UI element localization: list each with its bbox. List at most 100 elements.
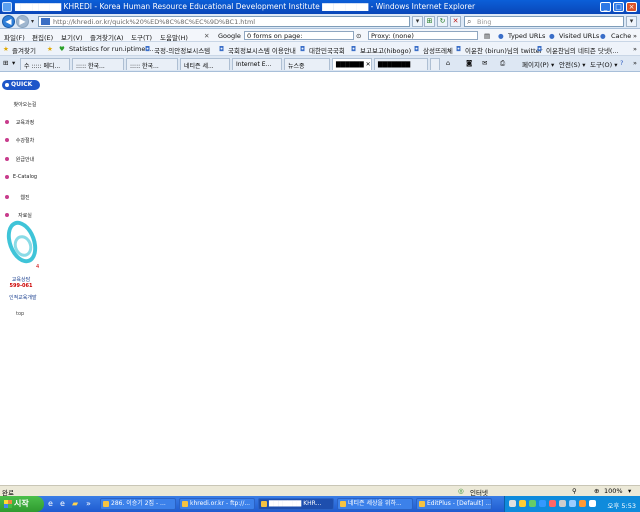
quick-tabs-icon[interactable]: ⊞	[3, 59, 8, 67]
ie-icon	[2, 2, 12, 12]
help-icon[interactable]: ?	[620, 59, 623, 67]
toolbar-close-icon[interactable]: ✕	[204, 32, 209, 40]
print-icon[interactable]: ⎙	[500, 59, 505, 68]
tray-icon-9[interactable]	[589, 500, 596, 507]
tray-icon-2[interactable]	[519, 500, 526, 507]
protected-mode-icon[interactable]: ⚲	[572, 487, 577, 495]
visited-urls-icon: ●	[549, 32, 555, 40]
taskbar-item-4[interactable]: 네티즌 세상을 위하...	[337, 498, 413, 510]
favorite-link-2[interactable]: 국정-의안정보시스템	[154, 45, 210, 55]
quick-link-procedure[interactable]: 수강절차	[12, 137, 38, 144]
tab-2[interactable]: ::::: 한국...	[72, 58, 124, 70]
fav-icon-5: ◘	[351, 45, 357, 53]
menu-tools[interactable]: 도구(T)	[131, 32, 152, 42]
quick-link-guide[interactable]: 원급안내	[12, 156, 38, 163]
visited-urls-button[interactable]: Visited URLs	[559, 32, 599, 40]
tray-icon-1[interactable]	[509, 500, 516, 507]
tab-list-icon[interactable]: ▾	[12, 59, 15, 67]
read-mail-icon[interactable]: ✉	[482, 59, 487, 67]
taskbar-item-1[interactable]: 286. 이승기 2집 - ...	[100, 498, 176, 510]
forms-select[interactable]: 0 forms on page:	[244, 31, 354, 40]
start-button[interactable]: 시작	[0, 496, 44, 512]
tray-icon-7[interactable]	[569, 500, 576, 507]
tab-8[interactable]: ▇▇▇▇▇▇▇	[374, 58, 428, 70]
quick-link-directions[interactable]: 찾아오는길	[12, 101, 38, 108]
tray-icon-3[interactable]	[529, 500, 536, 507]
quick-link-archive[interactable]: 자료실	[12, 212, 38, 219]
menu-view[interactable]: 보기(V)	[61, 32, 82, 42]
taskbar-item-5[interactable]: EditPlus - [Default] ...	[416, 498, 492, 510]
internet-zone-icon: ◎	[458, 487, 464, 495]
menu-favorites[interactable]: 즐겨찾기(A)	[90, 32, 123, 42]
quicklaunch-folder-icon[interactable]: ▰	[72, 499, 78, 508]
page-menu[interactable]: 페이지(P) ▾	[522, 59, 554, 69]
cmdbar-overflow-icon[interactable]: »	[633, 59, 637, 67]
back-button[interactable]: ◀	[2, 15, 15, 28]
typed-urls-button[interactable]: Typed URLs	[508, 32, 545, 40]
window-titlebar[interactable]: ▇▇▇▇▇▇▇▇ KHREDI - Korea Human Resource E…	[0, 0, 640, 14]
cache-button[interactable]: Cache	[611, 32, 631, 40]
menu-help[interactable]: 도움말(H)	[160, 32, 188, 42]
minimize-button[interactable]: _	[600, 2, 611, 12]
tab-7-active[interactable]: ▇▇▇▇▇▇ ✕	[332, 58, 372, 70]
google-toolbar-label[interactable]: Google	[218, 32, 241, 40]
tab-close-icon[interactable]: ✕	[366, 61, 371, 68]
zoom-dropdown-icon[interactable]: ▾	[628, 487, 631, 495]
url-input[interactable]: http://khredi.or.kr/quick%20%ED%8C%8C%EC…	[38, 16, 410, 27]
compat-view-icon[interactable]: ⊞	[424, 16, 435, 27]
new-tab-button[interactable]	[430, 58, 440, 70]
favorite-link-3[interactable]: 국회정보시스템 이용안내	[228, 45, 296, 55]
maximize-button[interactable]: □	[613, 2, 624, 12]
tools-menu[interactable]: 도구(O) ▾	[590, 59, 617, 69]
favorite-link-7[interactable]: 이윤찬 (birun)님의 twitter	[465, 45, 542, 55]
taskbar-item-3-active[interactable]: ▇▇▇▇▇▇▇ KHR...	[258, 498, 334, 510]
tab-5[interactable]: Internet E...	[232, 58, 282, 70]
zoom-icon[interactable]: ⊕	[594, 487, 599, 495]
home-icon[interactable]: ⌂	[446, 59, 450, 67]
add-favorite-icon[interactable]: ★	[47, 45, 53, 53]
quick-link-webzine[interactable]: 웹진	[12, 194, 38, 201]
taskbar-item-2[interactable]: khredi.or.kr - ftp://...	[179, 498, 255, 510]
favorites-overflow-icon[interactable]: »	[633, 45, 637, 53]
menu-edit[interactable]: 편집(E)	[32, 32, 53, 42]
safety-menu[interactable]: 안전(S) ▾	[559, 59, 586, 69]
url-dropdown-icon[interactable]: ▾	[412, 16, 423, 27]
stop-icon[interactable]: ✕	[450, 16, 461, 27]
tray-icon-6[interactable]	[559, 500, 566, 507]
tray-icon-8[interactable]	[579, 500, 586, 507]
quick-link-courses[interactable]: 교육과정	[12, 119, 38, 126]
feeds-icon[interactable]: ◙	[466, 59, 472, 67]
favorite-link-6[interactable]: 삼성뜨레체	[423, 45, 453, 55]
tray-icon-4[interactable]	[539, 500, 546, 507]
search-input[interactable]: ⌕ Bing	[464, 16, 624, 27]
phone-banner[interactable]: 교육상담 599-061	[3, 276, 39, 289]
quicklaunch-ie-icon[interactable]: e	[48, 499, 53, 508]
favorite-link-5[interactable]: 보고보고(hibogo)	[360, 45, 411, 55]
menu-file[interactable]: 파일(F)	[4, 32, 25, 42]
tab-1[interactable]: 수 ::::: 메디...	[20, 58, 70, 70]
refresh-icon[interactable]: ↻	[437, 16, 448, 27]
book-icon[interactable]: ▤	[484, 32, 490, 40]
search-options-icon[interactable]: ▾	[626, 16, 637, 27]
tab-3[interactable]: ::::: 한국...	[126, 58, 178, 70]
close-button[interactable]: ×	[626, 2, 637, 12]
favorite-link-8[interactable]: 이윤찬님의 네티즌 닷넷(...	[546, 45, 619, 55]
forward-button[interactable]: ▶	[16, 15, 29, 28]
history-dropdown[interactable]: ▾	[31, 18, 34, 25]
quicklaunch-overflow-icon[interactable]: »	[86, 499, 91, 508]
quicklaunch-ie2-icon[interactable]: e	[60, 499, 65, 508]
zoom-level[interactable]: 100%	[604, 487, 623, 495]
tab-4-label: 네티즌 세...	[184, 63, 214, 70]
favorite-link-1[interactable]: Statistics for run.iptime....	[69, 45, 154, 53]
number-badge: 4	[36, 264, 40, 270]
quick-link-ecatalog[interactable]: E-Catalog	[12, 174, 38, 180]
proxy-select[interactable]: Proxy: (none)	[368, 31, 478, 40]
forms-icon[interactable]: ⊙	[356, 32, 361, 40]
top-link[interactable]: top	[16, 311, 24, 317]
favorites-label[interactable]: 즐겨찾기	[12, 45, 36, 55]
tab-4[interactable]: 네티즌 세...	[180, 58, 230, 70]
tab-6[interactable]: 뉴스종	[284, 58, 330, 70]
toolbar-overflow-icon[interactable]: »	[633, 32, 637, 40]
tray-icon-5[interactable]	[549, 500, 556, 507]
favorite-link-4[interactable]: 대한민국국회	[309, 45, 345, 55]
